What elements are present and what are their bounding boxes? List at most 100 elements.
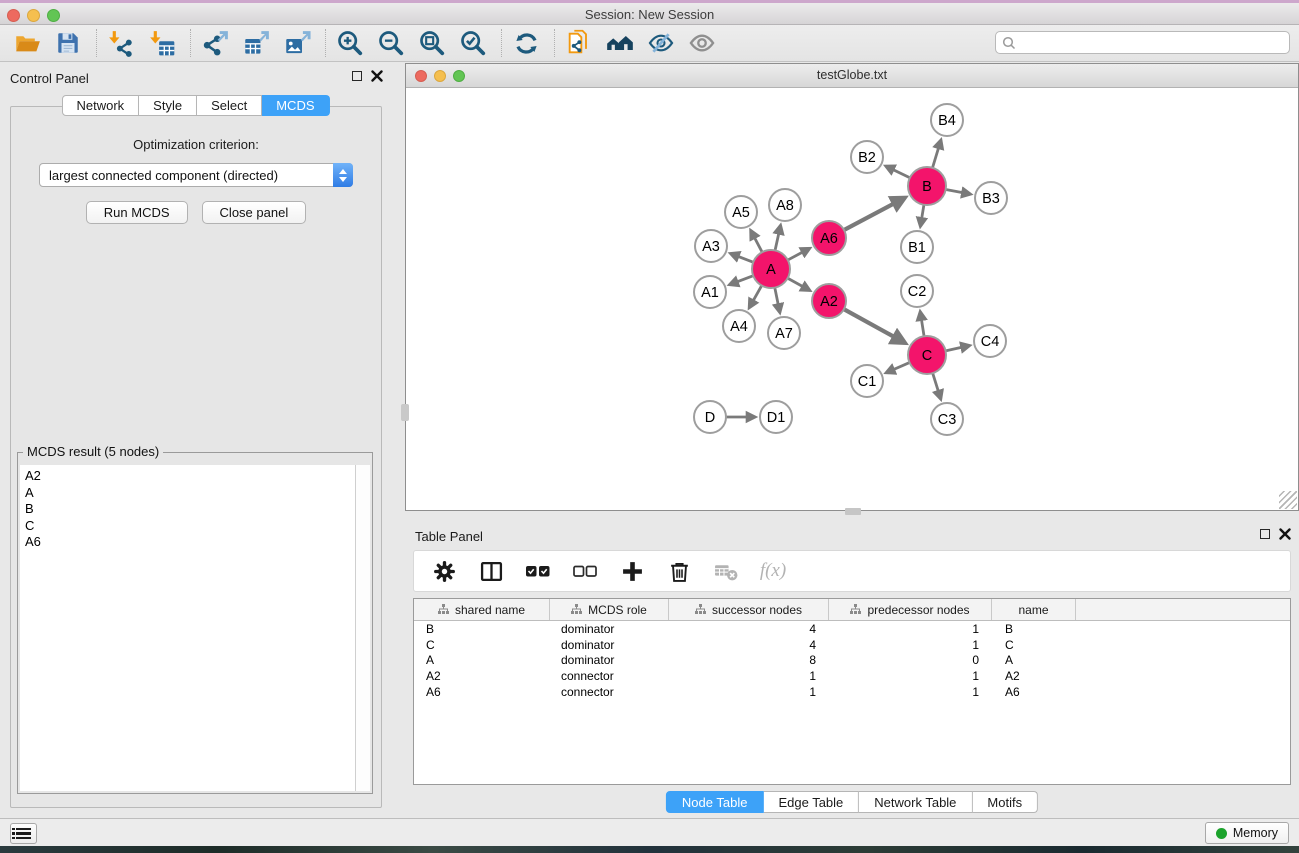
select-all-rows-icon[interactable]: [525, 558, 551, 584]
table-row[interactable]: A6connector11A6: [414, 684, 1290, 700]
graph-node-B4[interactable]: B4: [931, 104, 963, 136]
split-panel-icon[interactable]: [478, 558, 504, 584]
graph-node-A7[interactable]: A7: [768, 317, 800, 349]
graph-node-B2[interactable]: B2: [851, 141, 883, 173]
result-scrollbar[interactable]: [355, 465, 370, 791]
zoom-fit-icon[interactable]: [417, 28, 447, 58]
zoom-out-icon[interactable]: [376, 28, 406, 58]
close-panel-icon[interactable]: [1279, 528, 1291, 540]
tab-edge-table[interactable]: Edge Table: [763, 791, 859, 813]
control-panel-title: Control Panel: [10, 71, 89, 86]
graph-node-D[interactable]: D: [694, 401, 726, 433]
graph-node-A4[interactable]: A4: [723, 310, 755, 342]
add-column-icon[interactable]: [619, 558, 645, 584]
graph-node-B[interactable]: B: [908, 167, 946, 205]
column-header[interactable]: shared name: [414, 599, 550, 620]
graph-node-label: C4: [981, 334, 1000, 350]
table-cell: A6: [414, 685, 550, 699]
hide-selected-icon[interactable]: [646, 28, 676, 58]
import-network-icon[interactable]: [106, 28, 136, 58]
new-network-from-file-icon[interactable]: [564, 28, 594, 58]
graph-node-D1[interactable]: D1: [760, 401, 792, 433]
zoom-in-icon[interactable]: [335, 28, 365, 58]
memory-button[interactable]: Memory: [1205, 822, 1289, 844]
tab-mcds[interactable]: MCDS: [262, 95, 329, 116]
list-item[interactable]: A6: [25, 534, 370, 551]
save-session-icon[interactable]: [53, 28, 83, 58]
import-table-icon[interactable]: [147, 28, 177, 58]
graph-edge[interactable]: [840, 307, 905, 343]
gear-icon[interactable]: [431, 558, 457, 584]
graph-node-label: A4: [730, 319, 748, 335]
tab-node-table[interactable]: Node Table: [666, 791, 764, 813]
graph-node-C4[interactable]: C4: [974, 325, 1006, 357]
tab-network-table[interactable]: Network Table: [859, 791, 972, 813]
graph-node-B3[interactable]: B3: [975, 182, 1007, 214]
graph-edge[interactable]: [840, 198, 904, 232]
delete-column-icon[interactable]: [666, 558, 692, 584]
network-canvas[interactable]: B4 B2 B B3 A8 A5 A6 A3 B1 A A1 C2 A2 A4 A7 C4 C C1 D D1 C3: [406, 88, 1298, 510]
graph-node-label: C: [922, 348, 932, 364]
graph-node-label: A1: [701, 285, 719, 301]
column-header[interactable]: successor nodes: [669, 599, 829, 620]
network-graph: B4 B2 B B3 A8 A5 A6 A3 B1 A A1 C2 A2 A4 A7 C4 C C1 D D1 C3: [406, 88, 1298, 510]
export-image-icon[interactable]: [282, 28, 312, 58]
close-panel-icon[interactable]: [371, 70, 383, 82]
graph-node-C1[interactable]: C1: [851, 365, 883, 397]
zoom-selected-icon[interactable]: [458, 28, 488, 58]
task-history-icon[interactable]: [10, 823, 37, 844]
table-panel: Table Panel f(x): [405, 520, 1299, 818]
graph-node-A1[interactable]: A1: [694, 276, 726, 308]
list-item[interactable]: A2: [25, 468, 370, 485]
close-panel-button[interactable]: Close panel: [202, 201, 307, 224]
graph-node-A8[interactable]: A8: [769, 189, 801, 221]
column-header[interactable]: MCDS role: [550, 599, 669, 620]
graph-node-C2[interactable]: C2: [901, 275, 933, 307]
table-cell: A2: [414, 669, 550, 683]
window-resize-grip[interactable]: [1279, 491, 1297, 509]
deselect-all-rows-icon[interactable]: [572, 558, 598, 584]
graph-node-A2[interactable]: A2: [812, 284, 846, 318]
search-input[interactable]: [1017, 33, 1289, 52]
graph-node-label: D: [705, 410, 715, 426]
toolbar-separator: [554, 29, 555, 57]
tab-motifs[interactable]: Motifs: [972, 791, 1038, 813]
graph-node-A5[interactable]: A5: [725, 196, 757, 228]
optimization-select[interactable]: largest connected component (directed): [39, 163, 353, 187]
graph-node-A[interactable]: A: [752, 250, 790, 288]
function-builder-icon[interactable]: f(x): [760, 558, 786, 584]
column-header[interactable]: predecessor nodes: [829, 599, 992, 620]
graph-node-C3[interactable]: C3: [931, 403, 963, 435]
node-table[interactable]: shared name MCDS role successor nodes pr…: [413, 598, 1291, 785]
show-eye-icon[interactable]: [687, 28, 717, 58]
tab-select[interactable]: Select: [197, 95, 262, 116]
open-session-icon[interactable]: [12, 28, 42, 58]
list-item[interactable]: C: [25, 518, 370, 535]
graph-node-B1[interactable]: B1: [901, 231, 933, 263]
delete-table-icon[interactable]: [713, 558, 739, 584]
table-row[interactable]: Cdominator41C: [414, 637, 1290, 653]
table-row[interactable]: Adominator80A: [414, 653, 1290, 669]
list-item[interactable]: A: [25, 485, 370, 502]
window-title: Session: New Session: [0, 7, 1299, 22]
export-table-icon[interactable]: [241, 28, 271, 58]
table-row[interactable]: Bdominator41B: [414, 621, 1290, 637]
mcds-result-list[interactable]: A2ABCA6: [20, 465, 370, 791]
column-header[interactable]: name: [992, 599, 1076, 620]
float-panel-icon[interactable]: [1260, 529, 1270, 539]
export-network-icon[interactable]: [200, 28, 230, 58]
table-row[interactable]: A2connector11A2: [414, 668, 1290, 684]
graph-node-A3[interactable]: A3: [695, 230, 727, 262]
vertical-scrollbar-thumb[interactable]: [401, 404, 409, 421]
refresh-icon[interactable]: [511, 28, 541, 58]
show-all-networks-icon[interactable]: [605, 28, 635, 58]
list-item[interactable]: B: [25, 501, 370, 518]
run-mcds-button[interactable]: Run MCDS: [86, 201, 188, 224]
splitter-handle[interactable]: [845, 508, 861, 515]
tab-network[interactable]: Network: [61, 95, 139, 116]
graph-node-A6[interactable]: A6: [812, 221, 846, 255]
fx-label: f(x): [760, 560, 786, 582]
tab-style[interactable]: Style: [139, 95, 197, 116]
float-panel-icon[interactable]: [352, 71, 362, 81]
graph-node-C[interactable]: C: [908, 336, 946, 374]
